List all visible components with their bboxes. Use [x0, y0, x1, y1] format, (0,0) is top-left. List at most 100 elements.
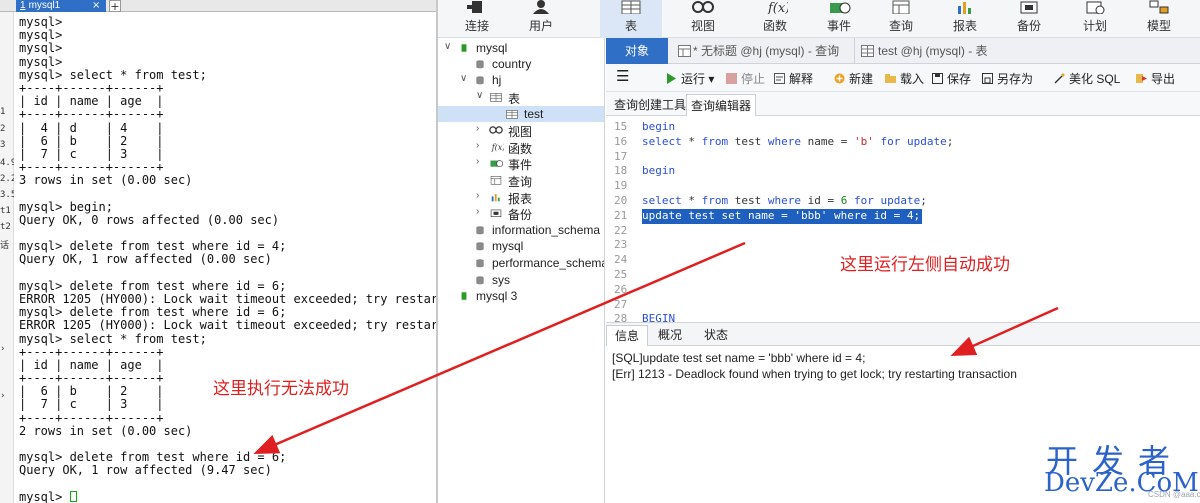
tree-item[interactable]: ∨ hj	[438, 72, 604, 88]
tree-item[interactable]: mysql 3	[438, 288, 604, 304]
menu-icon[interactable]: ☰	[616, 67, 629, 85]
info-error-line: [Err] 1213 - Deadlock found when trying …	[612, 367, 1017, 381]
toolbar-button-5[interactable]: 事件	[808, 0, 870, 38]
code-line[interactable]: 22	[606, 224, 1200, 239]
query-subtabs: 查询创建工具 查询编辑器	[606, 92, 1200, 116]
table-icon	[621, 0, 641, 15]
sql-keyword: for	[880, 134, 901, 148]
toolbar-button-10[interactable]: 模型	[1128, 0, 1190, 38]
chevron-down-icon[interactable]: ∨	[460, 73, 470, 84]
code-line[interactable]: 16 select * from test where name = 'b' fo…	[606, 135, 1200, 150]
code-line[interactable]: 26	[606, 283, 1200, 298]
toolbar-button-4[interactable]: f(x) 函数	[744, 0, 806, 38]
toolbar-button-0[interactable]: 连接	[446, 0, 508, 38]
tree-item[interactable]: performance_schema	[438, 255, 604, 271]
toolbar-button-label: 模型	[1146, 19, 1171, 33]
tree-item[interactable]: ∨ 表	[438, 89, 604, 106]
tab-test-table[interactable]: test @hj (mysql) - 表	[854, 38, 1054, 64]
chevron-right-icon[interactable]: ›	[476, 206, 486, 217]
toolbar-button-9[interactable]: 计划	[1064, 0, 1126, 38]
run-button[interactable]: 运行 ▾	[666, 70, 714, 86]
toolbar-button-7[interactable]: 报表	[934, 0, 996, 38]
chevron-right-icon[interactable]: ›	[476, 123, 486, 134]
sql-keyword: begin	[642, 164, 676, 178]
toolbar-button-8[interactable]: 备份	[998, 0, 1060, 38]
toolbar-button-2[interactable]: 表	[600, 0, 662, 38]
code-line[interactable]: 19	[606, 179, 1200, 194]
sql-editor[interactable]: 15 begin 16 select * from test where name =…	[606, 116, 1200, 322]
terminal-line: | id | name | age |	[19, 359, 436, 372]
tab-query-editor[interactable]: 查询编辑器	[686, 94, 757, 116]
tree-item[interactable]: › 备份	[438, 205, 604, 222]
toolbar-button-label: 计划	[1082, 19, 1107, 33]
tab-untitled-query[interactable]: * 无标题 @hj (mysql) - 查询	[672, 38, 852, 64]
toolbar-button-3[interactable]: 视图	[672, 0, 734, 38]
code-line[interactable]: 28 BEGIN	[606, 312, 1200, 322]
chevron-right-icon[interactable]: ›	[476, 156, 486, 167]
table-icon	[490, 93, 502, 102]
terminal-tab-label: mysql1	[28, 0, 61, 11]
tree-item[interactable]: 查询	[438, 172, 604, 189]
stop-button[interactable]: 停止	[726, 70, 765, 86]
chevron-down-icon[interactable]: ∨	[444, 41, 454, 52]
close-icon[interactable]: ×	[92, 0, 104, 12]
tab-query-builder[interactable]: 查询创建工具	[610, 94, 690, 116]
code-text: begin	[642, 120, 675, 135]
code-line[interactable]: 27	[606, 298, 1200, 313]
terminal-output[interactable]: mysql> mysql> mysql> mysql> mysql> select * …	[19, 16, 436, 503]
annotation-left: 这里执行无法成功	[213, 379, 349, 399]
save-button[interactable]: 保存	[932, 70, 971, 86]
terminal-line-text: +----+------+------+	[19, 108, 164, 122]
tree-item[interactable]: country	[438, 56, 604, 72]
code-line[interactable]: 15 begin	[606, 120, 1200, 135]
tree-item[interactable]: information_schema	[438, 222, 604, 238]
new-button[interactable]: 新建	[834, 70, 873, 86]
toolbar-icon-wrap	[618, 0, 644, 15]
export-button[interactable]: 导出	[1136, 70, 1175, 86]
tree-item[interactable]: test	[438, 106, 604, 122]
explain-button[interactable]: 解释	[774, 70, 813, 86]
terminal-line: mysql> delete from test where id = 6;	[19, 451, 436, 464]
code-line[interactable]: 18 begin	[606, 164, 1200, 179]
terminal-line: +----+------+------+	[19, 161, 436, 175]
tree-item[interactable]: ›f(x)函数	[438, 139, 604, 156]
chevron-down-icon[interactable]: ∨	[476, 90, 486, 101]
selected-code: update test set name = 'bbb' where id = …	[642, 208, 923, 224]
terminal-line: mysql> select * from test;	[19, 69, 436, 82]
terminal-line: +----+------+------+	[19, 108, 436, 122]
tree-item[interactable]: sys	[438, 272, 604, 288]
toolbar-button-1[interactable]: 用户	[510, 0, 572, 38]
chevron-right-icon[interactable]: ›	[476, 140, 486, 151]
new-tab-button[interactable]: +	[109, 0, 121, 12]
load-button[interactable]: 载入	[885, 70, 924, 86]
tree-item[interactable]: › 事件	[438, 155, 604, 172]
terminal-line-text: +----+------+------+	[19, 372, 164, 386]
sql-keyword: begin	[642, 120, 676, 133]
toolbar-icon-wrap: f(x)	[762, 0, 790, 16]
code-line[interactable]: 17	[606, 150, 1200, 165]
terminal-line-text: mysql>	[19, 16, 63, 29]
tree-item[interactable]: mysql	[438, 238, 604, 254]
save-as-button[interactable]: 另存为	[982, 70, 1033, 86]
terminal-line: mysql>	[19, 56, 436, 69]
tree-item[interactable]: › 视图	[438, 122, 604, 139]
tree-item[interactable]: › 报表	[438, 189, 604, 206]
terminal-line: | 6 | b | 2 |	[19, 135, 436, 148]
beautify-sql-button[interactable]: 美化 SQL	[1054, 70, 1120, 86]
export-icon	[1136, 74, 1147, 83]
toolbar-button-6[interactable]: 查询	[870, 0, 932, 38]
tab-info[interactable]: 信息	[606, 325, 649, 347]
tab-status[interactable]: 状态	[696, 325, 736, 347]
tab-objects[interactable]: 对象	[606, 38, 668, 64]
chevron-right-icon[interactable]: ›	[476, 190, 486, 201]
chevron-down-icon[interactable]: ▾	[708, 72, 714, 86]
code-line[interactable]: 21 update test set name = 'bbb' where id …	[606, 208, 1200, 224]
tree-item[interactable]: ∨ mysql	[438, 40, 604, 56]
line-number: 24	[614, 253, 628, 267]
database-icon	[476, 60, 484, 69]
code-line[interactable]: 20 select * from test where id = 6 for up…	[606, 194, 1200, 209]
tab-summary[interactable]: 概况	[650, 325, 690, 347]
terminal-line-text: +----+------+------+	[19, 161, 164, 175]
